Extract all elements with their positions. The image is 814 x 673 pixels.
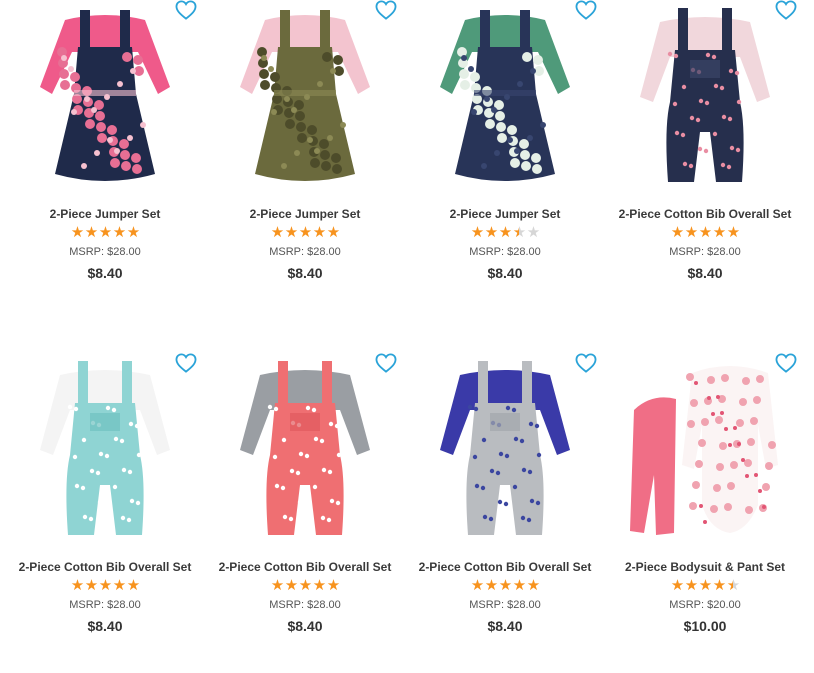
star-full-icon: ★ — [98, 577, 112, 594]
product-image[interactable] — [30, 355, 180, 543]
product-msrp: MSRP: $28.00 — [469, 599, 541, 611]
product-card[interactable]: 2-Piece Cotton Bib Overall Set ★ ★ ★ ★ ★ MSRP:… — [405, 353, 605, 673]
star-full-icon: ★ — [470, 224, 484, 241]
rating-stars: ★ ★ ★ ★ ★ — [605, 577, 805, 595]
product-price: $8.40 — [287, 265, 323, 281]
star-full-icon: ★ — [126, 224, 140, 241]
product-card[interactable]: 2-Piece Cotton Bib Overall Set ★ ★ ★ ★ ★ MSRP:… — [205, 353, 405, 673]
product-name[interactable]: 2-Piece Jumper Set — [405, 207, 605, 221]
star-empty-icon: ★ — [526, 224, 540, 241]
product-name[interactable]: 2-Piece Jumper Set — [5, 207, 205, 221]
product-name[interactable]: 2-Piece Cotton Bib Overall Set — [405, 560, 605, 574]
product-name[interactable]: 2-Piece Cotton Bib Overall Set — [5, 560, 205, 574]
rating-stars: ★ ★ ★ ★ ★ — [605, 224, 805, 242]
product-price: $8.40 — [87, 618, 123, 634]
product-card[interactable]: 2-Piece Bodysuit & Pant Set ★ ★ ★ ★ ★ MSRP: $2… — [605, 353, 805, 673]
star-full-icon: ★ — [670, 224, 684, 241]
star-full-icon: ★ — [270, 577, 284, 594]
star-half-icon: ★ — [512, 224, 526, 241]
product-card[interactable]: 2-Piece Cotton Bib Overall Set ★ ★ ★ ★ ★ MSRP:… — [5, 353, 205, 673]
star-full-icon: ★ — [484, 577, 498, 594]
product-image[interactable] — [630, 355, 780, 543]
product-name[interactable]: 2-Piece Jumper Set — [205, 207, 405, 221]
product-image[interactable] — [30, 2, 180, 190]
product-image[interactable] — [230, 2, 380, 190]
star-full-icon: ★ — [84, 577, 98, 594]
star-full-icon: ★ — [126, 577, 140, 594]
star-half-icon: ★ — [726, 577, 740, 594]
star-full-icon: ★ — [498, 224, 512, 241]
rating-stars: ★ ★ ★ ★ ★ — [205, 224, 405, 242]
product-msrp: MSRP: $28.00 — [269, 246, 341, 258]
rating-stars: ★ ★ ★ ★ ★ — [405, 224, 605, 242]
rating-stars: ★ ★ ★ ★ ★ — [5, 577, 205, 595]
product-msrp: MSRP: $28.00 — [469, 246, 541, 258]
star-full-icon: ★ — [70, 224, 84, 241]
star-full-icon: ★ — [298, 224, 312, 241]
star-full-icon: ★ — [712, 577, 726, 594]
rating-stars: ★ ★ ★ ★ ★ — [5, 224, 205, 242]
product-msrp: MSRP: $28.00 — [669, 246, 741, 258]
product-name[interactable]: 2-Piece Cotton Bib Overall Set — [605, 207, 805, 221]
star-full-icon: ★ — [284, 577, 298, 594]
star-full-icon: ★ — [698, 224, 712, 241]
star-full-icon: ★ — [712, 224, 726, 241]
star-full-icon: ★ — [98, 224, 112, 241]
star-full-icon: ★ — [284, 224, 298, 241]
product-msrp: MSRP: $28.00 — [69, 246, 141, 258]
star-full-icon: ★ — [498, 577, 512, 594]
star-full-icon: ★ — [112, 577, 126, 594]
product-image[interactable] — [230, 355, 380, 543]
product-image[interactable] — [430, 2, 580, 190]
product-image[interactable] — [630, 2, 780, 190]
star-full-icon: ★ — [698, 577, 712, 594]
star-full-icon: ★ — [512, 577, 526, 594]
star-full-icon: ★ — [526, 577, 540, 594]
star-full-icon: ★ — [726, 224, 740, 241]
product-price: $8.40 — [87, 265, 123, 281]
star-full-icon: ★ — [112, 224, 126, 241]
product-grid: 2-Piece Jumper Set ★ ★ ★ ★ ★ MSRP: $28.00 $8.40… — [0, 0, 814, 641]
product-card[interactable]: 2-Piece Jumper Set ★ ★ ★ ★ ★ MSRP: $28.00 $8.40 — [405, 0, 605, 320]
star-full-icon: ★ — [684, 224, 698, 241]
product-price: $8.40 — [487, 265, 523, 281]
product-price: $8.40 — [287, 618, 323, 634]
star-full-icon: ★ — [70, 577, 84, 594]
rating-stars: ★ ★ ★ ★ ★ — [205, 577, 405, 595]
star-full-icon: ★ — [470, 577, 484, 594]
star-full-icon: ★ — [84, 224, 98, 241]
product-card[interactable]: 2-Piece Jumper Set ★ ★ ★ ★ ★ MSRP: $28.00 $8.40 — [5, 0, 205, 320]
star-full-icon: ★ — [312, 577, 326, 594]
star-full-icon: ★ — [326, 224, 340, 241]
star-full-icon: ★ — [670, 577, 684, 594]
rating-stars: ★ ★ ★ ★ ★ — [405, 577, 605, 595]
product-name[interactable]: 2-Piece Bodysuit & Pant Set — [605, 560, 805, 574]
product-msrp: MSRP: $28.00 — [69, 599, 141, 611]
star-full-icon: ★ — [484, 224, 498, 241]
star-full-icon: ★ — [270, 224, 284, 241]
star-full-icon: ★ — [298, 577, 312, 594]
product-msrp: MSRP: $20.00 — [669, 599, 741, 611]
product-card[interactable]: 2-Piece Jumper Set ★ ★ ★ ★ ★ MSRP: $28.00 $8.40 — [205, 0, 405, 320]
product-price: $10.00 — [683, 618, 727, 634]
star-full-icon: ★ — [312, 224, 326, 241]
star-full-icon: ★ — [326, 577, 340, 594]
product-card[interactable]: 2-Piece Cotton Bib Overall Set ★ ★ ★ ★ ★ MSRP:… — [605, 0, 805, 320]
product-msrp: MSRP: $28.00 — [269, 599, 341, 611]
star-full-icon: ★ — [684, 577, 698, 594]
product-image[interactable] — [430, 355, 580, 543]
product-name[interactable]: 2-Piece Cotton Bib Overall Set — [205, 560, 405, 574]
product-price: $8.40 — [687, 265, 723, 281]
product-price: $8.40 — [487, 618, 523, 634]
